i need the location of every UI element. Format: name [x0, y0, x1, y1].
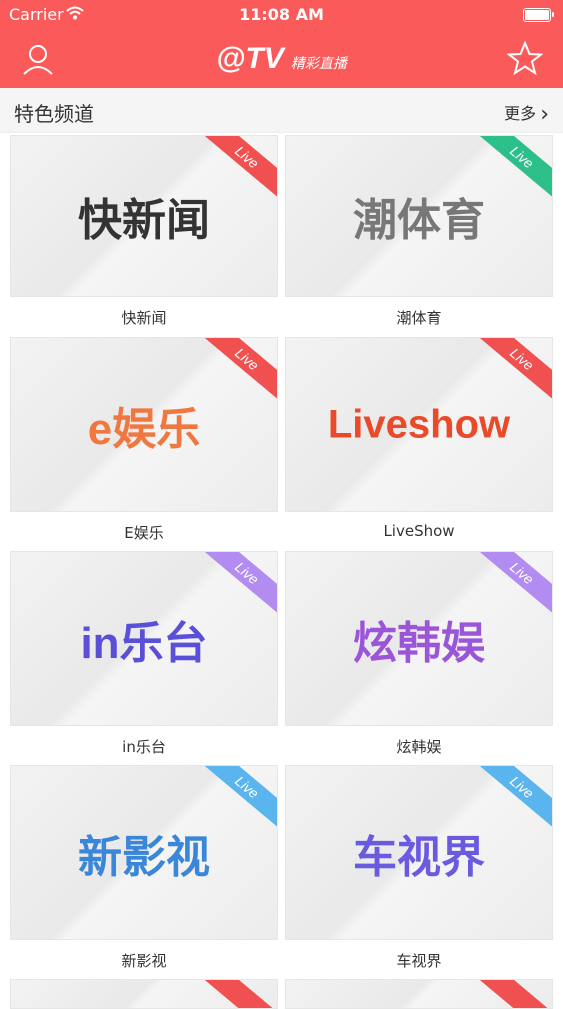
- channel-card[interactable]: Live 新影视 新影视: [10, 765, 278, 971]
- channel-card[interactable]: Live 炫韩娱 炫韩娱: [285, 551, 553, 757]
- channel-thumbnail: Live 车视界: [285, 765, 553, 940]
- channel-logo: 新影视: [78, 832, 210, 882]
- app-logo: @TV 精彩直播: [0, 42, 563, 76]
- channel-card[interactable]: Live 潮体育 潮体育: [285, 135, 553, 328]
- channel-logo: 潮体育: [353, 196, 485, 245]
- channel-logo: Liveshow: [327, 402, 511, 446]
- more-link[interactable]: 更多 ›: [504, 100, 549, 127]
- channel-logo: in乐台: [80, 618, 208, 668]
- channel-card[interactable]: Live 车视界 车视界: [285, 765, 553, 971]
- featured-section-header: 特色频道 更多 ›: [0, 88, 563, 133]
- channel-card[interactable]: Live 快新闻 快新闻: [10, 135, 278, 328]
- channel-logo: e娱乐: [87, 404, 201, 454]
- logo-main: @TV: [216, 42, 284, 75]
- channel-logo: 车视界: [353, 832, 485, 882]
- battery-icon: [523, 8, 554, 22]
- channel-thumbnail: [285, 979, 553, 1009]
- section-title: 特色频道: [14, 102, 94, 126]
- live-badge: Live: [468, 338, 552, 406]
- live-badge-decor: [468, 980, 552, 1008]
- channel-name: 潮体育: [396, 309, 442, 327]
- app-header: Carrier 11:08 AM @TV 精彩直播: [0, 0, 563, 88]
- channel-thumbnail: Live Liveshow: [285, 337, 553, 512]
- status-time: 11:08 AM: [239, 5, 324, 24]
- channel-name: E娱乐: [124, 524, 164, 542]
- channel-thumbnail: Live e娱乐: [10, 337, 278, 512]
- channel-card-partial[interactable]: [285, 979, 553, 1009]
- channel-name: in乐台: [122, 738, 166, 756]
- channel-card[interactable]: Live e娱乐 E娱乐: [10, 337, 278, 543]
- chevron-right-icon: ›: [540, 102, 549, 127]
- channel-thumbnail: [10, 979, 278, 1009]
- channel-name: 车视界: [396, 952, 442, 970]
- channel-name: LiveShow: [383, 522, 455, 540]
- channel-card[interactable]: Live in乐台 in乐台: [10, 551, 278, 757]
- channel-thumbnail: Live in乐台: [10, 551, 278, 726]
- status-bar: Carrier 11:08 AM: [0, 0, 563, 30]
- channel-card-partial[interactable]: [10, 979, 278, 1009]
- channel-logo: 快新闻: [78, 196, 210, 245]
- channel-logo: 炫韩娱: [353, 618, 485, 668]
- channel-thumbnail: Live 快新闻: [10, 135, 278, 297]
- live-badge-decor: [193, 980, 277, 1008]
- star-icon[interactable]: [506, 40, 544, 76]
- channel-name: 新影视: [121, 952, 167, 970]
- channel-name: 快新闻: [121, 309, 167, 327]
- logo-sub: 精彩直播: [290, 56, 347, 72]
- channel-card[interactable]: Live Liveshow LiveShow: [285, 337, 553, 540]
- channel-thumbnail: Live 炫韩娱: [285, 551, 553, 726]
- channel-thumbnail: Live 新影视: [10, 765, 278, 940]
- more-label: 更多: [504, 104, 537, 123]
- channel-thumbnail: Live 潮体育: [285, 135, 553, 297]
- channel-name: 炫韩娱: [396, 738, 442, 756]
